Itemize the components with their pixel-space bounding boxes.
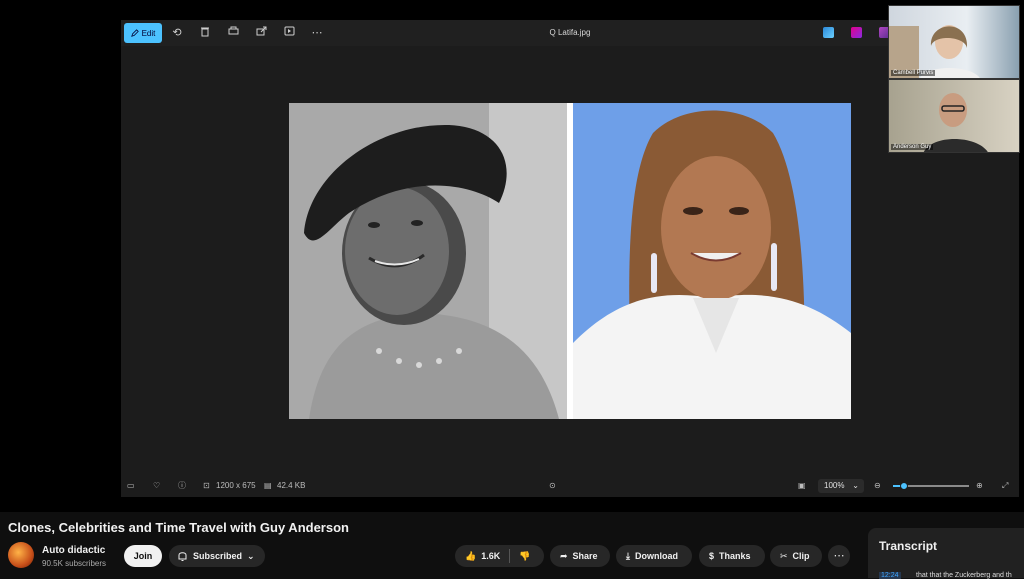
channel-name[interactable]: Auto didactic	[42, 545, 105, 556]
zoom-in-icon[interactable]: ⊕	[976, 480, 983, 492]
dimensions-icon: ⊡	[203, 481, 210, 490]
chevron-down-icon: ⌄	[852, 481, 859, 490]
favorite-icon[interactable]: ♡	[153, 480, 160, 492]
share-label: Share	[572, 551, 598, 561]
thanks-icon: $	[709, 551, 715, 561]
black-white-portrait	[289, 103, 567, 419]
thanks-label: Thanks	[719, 551, 751, 561]
viewer-toolbar: Edit ⟲ ⋯ Q Latifa.jpg	[121, 20, 1019, 46]
info-icon[interactable]: ⓘ	[178, 480, 186, 492]
download-label: Download	[634, 551, 678, 561]
filmstrip-icon[interactable]: ▭	[127, 480, 135, 492]
participant-tile: Anderson Guy	[888, 79, 1020, 153]
visual-search-icon[interactable]: ⊙	[549, 480, 556, 492]
color-portrait	[573, 103, 851, 419]
zoom-slider-thumb[interactable]	[900, 482, 909, 490]
thumbs-up-icon[interactable]: 👍	[465, 551, 476, 562]
file-size-icon: ▤	[264, 481, 272, 490]
share-button[interactable]: ➦ Share	[550, 545, 610, 567]
bell-icon	[178, 552, 187, 561]
clip-button[interactable]: ✂ Clip	[770, 545, 822, 567]
channel-avatar[interactable]	[8, 542, 34, 568]
designer-app-icon[interactable]	[823, 27, 834, 38]
download-button[interactable]: ⤓ Download	[616, 545, 692, 567]
clip-label: Clip	[792, 551, 810, 561]
video-title: Clones, Celebrities and Time Travel with…	[8, 520, 349, 535]
photo-viewer-window: Edit ⟲ ⋯ Q Latifa.jpg ▭ ♡ ⓘ ⊡ 1200 x 675…	[121, 20, 1019, 497]
participant-name: Cambell Purvis	[891, 70, 936, 76]
transcript-panel: Transcript 12:24 that that the Zuckerber…	[868, 528, 1024, 579]
thanks-button[interactable]: $ Thanks	[699, 545, 765, 567]
chevron-down-icon: ⌄	[247, 550, 255, 561]
viewer-status-bar: ▭ ♡ ⓘ ⊡ 1200 x 675 ▤ 42.4 KB ⊙ ▣ 100% ⌄ …	[121, 475, 1019, 497]
zoom-out-icon[interactable]: ⊖	[874, 480, 881, 492]
like-dislike-group: 👍 1.6K 👎	[455, 545, 544, 567]
comparison-photo	[289, 103, 851, 419]
zoom-slider[interactable]	[893, 482, 969, 490]
download-icon: ⤓	[626, 550, 630, 561]
participant-name: Anderson Guy	[891, 144, 934, 150]
clipchamp-app-icon[interactable]	[851, 27, 862, 38]
zoom-level-dropdown[interactable]: 100% ⌄	[818, 479, 864, 493]
subscriber-count: 90.5K subscribers	[42, 559, 107, 568]
zoom-level: 100%	[824, 481, 845, 490]
transcript-title: Transcript	[879, 539, 938, 553]
subscribed-label: Subscribed	[193, 551, 243, 561]
more-actions-button[interactable]: ⋯	[828, 545, 850, 567]
file-size: 42.4 KB	[277, 481, 306, 490]
fit-to-window-icon[interactable]: ▣	[798, 480, 806, 492]
join-button[interactable]: Join	[124, 545, 162, 567]
participant-tile: Cambell Purvis	[888, 5, 1020, 79]
share-arrow-icon: ➦	[560, 550, 568, 561]
video-player[interactable]: Edit ⟲ ⋯ Q Latifa.jpg ▭ ♡ ⓘ ⊡ 1200 x 675…	[0, 0, 1024, 512]
divider	[509, 549, 511, 563]
subscribed-button[interactable]: Subscribed ⌄	[169, 545, 265, 567]
like-count[interactable]: 1.6K	[481, 551, 500, 561]
image-dimensions: 1200 x 675	[216, 481, 256, 490]
thumbs-down-icon[interactable]: 👎	[519, 551, 530, 562]
fullscreen-icon[interactable]: ⤢	[1002, 480, 1008, 492]
scissors-icon: ✂	[780, 550, 788, 561]
